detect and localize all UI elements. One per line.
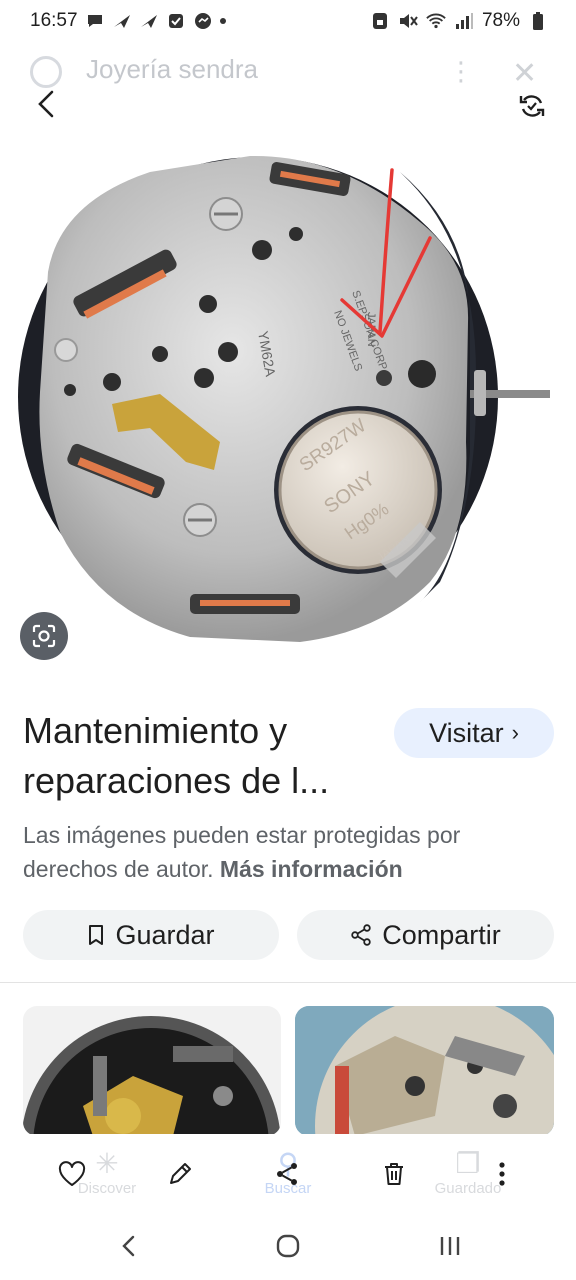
- delete-button[interactable]: [376, 1156, 412, 1192]
- message-icon: [85, 12, 105, 30]
- trash-icon: [385, 1163, 403, 1185]
- more-options-button[interactable]: [484, 1156, 520, 1192]
- save-label: Guardar: [115, 919, 215, 950]
- back-button[interactable]: [26, 84, 66, 124]
- status-time: 16:57: [30, 10, 78, 31]
- share-icon: [351, 924, 371, 946]
- copyright-notice: Las imágenes pueden estar protegidas por…: [23, 818, 553, 886]
- battery-icon: [528, 12, 548, 30]
- system-back-button[interactable]: [108, 1228, 148, 1264]
- viewer-header: Joyería sendra ⋮ ✕: [0, 42, 576, 142]
- lens-button[interactable]: [20, 612, 68, 660]
- site-name: Joyería sendra: [86, 54, 258, 84]
- system-home-icon: [276, 1234, 300, 1258]
- chevron-right-icon: ›: [511, 720, 519, 745]
- related-image-2[interactable]: [295, 1006, 554, 1136]
- rotate-icon: [519, 95, 545, 117]
- share-label: Compartir: [382, 919, 501, 950]
- share-icon: [277, 1163, 297, 1185]
- wifi-icon: [426, 12, 446, 30]
- more-vert-icon: ⋮: [448, 56, 474, 86]
- visit-label: Visitar: [429, 717, 504, 748]
- main-image[interactable]: JAPAN S.EPSON CORP NO JEWELS YM62A SR927…: [0, 142, 576, 682]
- save-button[interactable]: Guardar: [23, 910, 279, 960]
- more-vert-icon: [499, 1162, 505, 1186]
- system-home-button[interactable]: [268, 1228, 308, 1264]
- visit-button[interactable]: Visitar ›: [394, 708, 554, 758]
- notification-dot-icon: [219, 18, 226, 24]
- divider: [0, 982, 576, 983]
- signal-icon: [454, 12, 474, 30]
- back-arrow-icon: [38, 90, 54, 118]
- pencil-icon: [170, 1163, 191, 1184]
- system-recents-button[interactable]: [430, 1228, 470, 1264]
- system-recents-icon: [440, 1237, 460, 1255]
- rotate-button[interactable]: [512, 86, 552, 126]
- share-button[interactable]: Compartir: [297, 910, 554, 960]
- lens-icon: [32, 624, 56, 648]
- bookmark-icon: [89, 925, 104, 945]
- lock-badge-icon: [370, 12, 390, 30]
- send-icon-2: [139, 12, 159, 30]
- related-image-1[interactable]: [23, 1006, 281, 1136]
- result-title: Mantenimiento y reparaciones de l...: [23, 710, 330, 801]
- status-bar: 16:57 78%: [0, 0, 576, 42]
- send-icon: [112, 12, 132, 30]
- more-info-link[interactable]: Más información: [220, 856, 403, 882]
- circle-app-icon: [193, 12, 213, 30]
- edit-button[interactable]: [162, 1156, 198, 1192]
- mute-icon: [398, 12, 418, 30]
- favorite-button[interactable]: [54, 1156, 90, 1192]
- system-back-icon: [122, 1235, 135, 1257]
- heart-icon: [58, 1161, 86, 1186]
- share-image-button[interactable]: [269, 1156, 305, 1192]
- shield-check-icon: [166, 12, 186, 30]
- battery-percent: 78%: [481, 10, 520, 31]
